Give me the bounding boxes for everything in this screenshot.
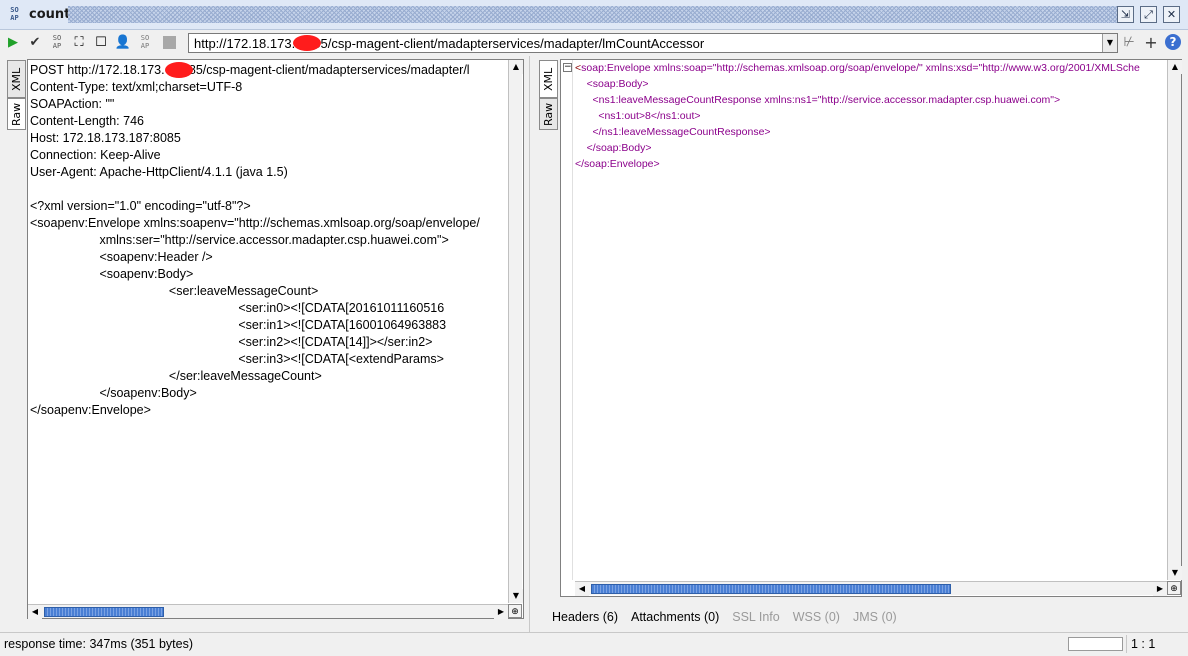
request-raw-text[interactable]: POST http://172.18.173. 8085/csp-magent-… xyxy=(30,62,508,602)
soap-version-icon[interactable]: SO AP xyxy=(136,34,154,52)
response-xml-text[interactable]: <soap:Envelope xmlns:soap="http://schema… xyxy=(575,60,1167,580)
tab-headers[interactable]: Headers (6) xyxy=(552,610,618,624)
zoom-icon[interactable]: ⊕ xyxy=(508,604,522,618)
soap-action-icon[interactable]: SO AP xyxy=(48,34,66,52)
request-line: Connection: Keep-Alive xyxy=(30,148,161,162)
response-line: </soap:Envelope> xyxy=(575,158,660,170)
cursor-position: 1 : 1 xyxy=(1131,637,1156,651)
submit-request-icon[interactable]: ▶ xyxy=(4,34,22,52)
tab-request-raw[interactable]: Raw xyxy=(7,98,26,130)
request-line xyxy=(30,181,508,198)
request-toolbar: ▶ ✔ SO AP ⛶ ☐ 👤 SO AP http://172.18.173. 8… xyxy=(0,31,1188,55)
request-line: <?xml version="1.0" encoding="utf-8"?> xyxy=(30,199,251,213)
request-line: Content-Length: 746 xyxy=(30,114,144,128)
scroll-right-icon[interactable]: ▶ xyxy=(1153,582,1167,596)
request-line: <ser:in2><![CDATA[14]]></ser:in2> xyxy=(30,335,433,349)
response-line: </soap:Body> xyxy=(575,142,652,154)
request-line: SOAPAction: "" xyxy=(30,97,115,111)
redaction-mark xyxy=(293,35,321,51)
response-line: <ns1:leaveMessageCountResponse xmlns:ns1… xyxy=(575,94,1061,106)
request-line: POST http://172.18.173. 8085/csp-magent-… xyxy=(30,63,470,77)
detach-icon[interactable]: ⇲ xyxy=(1117,6,1134,23)
tab-ssl-info[interactable]: SSL Info xyxy=(732,610,780,624)
tab-wss[interactable]: WSS (0) xyxy=(793,610,840,624)
scroll-thumb[interactable] xyxy=(591,584,951,594)
response-vertical-scrollbar[interactable]: ▲ ▼ xyxy=(1167,60,1182,580)
scroll-thumb[interactable] xyxy=(44,607,164,617)
user-icon[interactable]: 👤 xyxy=(114,34,132,52)
status-bar: response time: 347ms (351 bytes) 1 : 1 xyxy=(0,632,1188,656)
zoom-icon[interactable]: ⊕ xyxy=(1167,581,1181,595)
response-horizontal-scrollbar[interactable]: ◀ ▶ xyxy=(575,581,1167,596)
tab-request-xml[interactable]: XML xyxy=(7,60,26,98)
scroll-down-icon[interactable]: ▼ xyxy=(509,589,523,603)
scroll-right-icon[interactable]: ▶ xyxy=(494,605,508,619)
request-line: </ser:leaveMessageCount> xyxy=(30,369,322,383)
stop-icon[interactable]: ☐ xyxy=(92,34,110,52)
scroll-down-icon[interactable]: ▼ xyxy=(1168,566,1182,580)
response-bottom-tabs: Headers (6) Attachments (0) SSL Info WSS… xyxy=(552,610,897,624)
request-line: <soapenv:Header /> xyxy=(30,250,213,264)
scroll-up-icon[interactable]: ▲ xyxy=(509,60,523,74)
edit-endpoint-icon[interactable]: ⊬ xyxy=(1120,34,1138,52)
add-assertion-icon[interactable]: ✔ xyxy=(26,34,44,52)
response-line: <ns1:out>8</ns1:out> xyxy=(575,110,701,122)
request-vertical-scrollbar[interactable]: ▲ ▼ xyxy=(508,60,523,603)
response-line: <soap:Body> xyxy=(575,78,649,90)
status-divider xyxy=(1126,635,1127,653)
request-line: <ser:in3><![CDATA[<extendParams> xyxy=(30,352,444,366)
fold-gutter: − xyxy=(561,60,573,580)
maximize-icon[interactable]: ⤢ xyxy=(1140,6,1157,23)
add-endpoint-icon[interactable]: + xyxy=(1142,34,1160,52)
request-line: <ser:in1><![CDATA[16001064963883 xyxy=(30,318,447,332)
title-bar-pattern xyxy=(68,6,1118,23)
redaction-mark xyxy=(165,62,193,78)
request-line: Host: 172.18.173.187:8085 xyxy=(30,131,181,145)
collapse-icon[interactable]: − xyxy=(563,63,572,72)
tab-response-xml[interactable]: XML xyxy=(539,60,558,98)
request-line: <soapenv:Body> xyxy=(30,267,194,281)
fit-icon[interactable]: ⛶ xyxy=(70,34,88,52)
request-line: <ser:leaveMessageCount> xyxy=(30,284,319,298)
response-line: <soap:Envelope xmlns:soap="http://schema… xyxy=(575,62,1140,74)
scroll-left-icon[interactable]: ◀ xyxy=(575,582,589,596)
help-icon[interactable]: ? xyxy=(1164,34,1182,52)
response-time: response time: 347ms (351 bytes) xyxy=(4,637,193,651)
request-horizontal-scrollbar[interactable]: ◀ ▶ xyxy=(28,604,508,619)
chevron-down-icon[interactable]: ▼ xyxy=(1102,34,1117,52)
request-line: </soapenv:Envelope> xyxy=(30,403,151,417)
tab-response-raw[interactable]: Raw xyxy=(539,98,558,130)
request-line: User-Agent: Apache-HttpClient/4.1.1 (jav… xyxy=(30,165,288,179)
scroll-up-icon[interactable]: ▲ xyxy=(1168,60,1182,74)
tab-jms[interactable]: JMS (0) xyxy=(853,610,897,624)
soap-logo-icon: SO AP xyxy=(10,6,19,22)
window-title: count xyxy=(29,7,71,22)
cancel-icon[interactable] xyxy=(160,34,178,52)
title-bar: SO AP count ⇲ ⤢ ✕ xyxy=(0,0,1188,30)
response-line: </ns1:leaveMessageCountResponse> xyxy=(575,126,771,138)
request-line: </soapenv:Body> xyxy=(30,386,197,400)
panel-splitter[interactable] xyxy=(529,56,530,632)
request-line: xmlns:ser="http://service.accessor.madap… xyxy=(30,233,449,247)
request-line: <ser:in0><![CDATA[20161011160516 xyxy=(30,301,445,315)
status-progress-box xyxy=(1068,637,1123,651)
request-line: <soapenv:Envelope xmlns:soapenv="http://… xyxy=(30,216,480,230)
scroll-left-icon[interactable]: ◀ xyxy=(28,605,42,619)
endpoint-url-value: http://172.18.173. 8085/csp-magent-clien… xyxy=(194,36,705,51)
tab-attachments[interactable]: Attachments (0) xyxy=(631,610,719,624)
response-line-text: soap:Envelope xmlns:soap="http://schemas… xyxy=(581,62,1140,74)
close-icon[interactable]: ✕ xyxy=(1163,6,1180,23)
request-line: Content-Type: text/xml;charset=UTF-8 xyxy=(30,80,243,94)
endpoint-url-select[interactable]: http://172.18.173. 8085/csp-magent-clien… xyxy=(188,33,1118,53)
